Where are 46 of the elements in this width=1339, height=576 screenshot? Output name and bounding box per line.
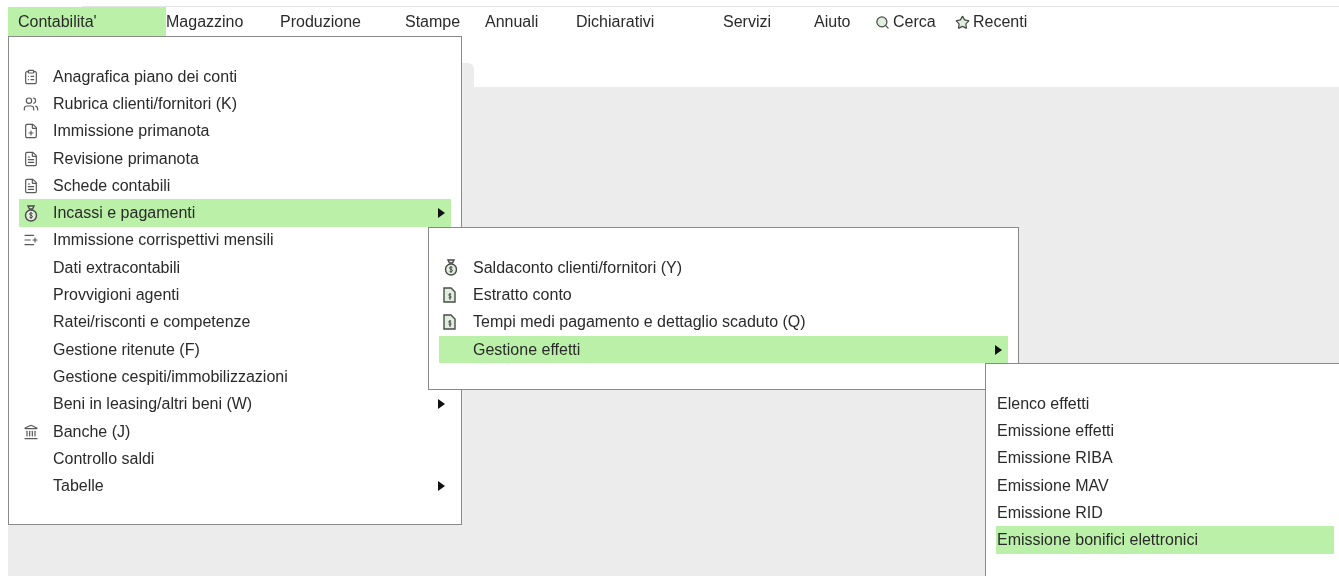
menu-item[interactable]: Incassi e pagamenti (19, 199, 451, 227)
menu-bar-item[interactable]: Servizi (723, 7, 814, 37)
menu-bar-item[interactable]: Recenti (955, 7, 1055, 37)
money-document-icon (443, 286, 456, 303)
submenu-arrow-icon (438, 208, 445, 219)
document-plus-icon (23, 123, 39, 140)
menu-item[interactable]: Tabelle (19, 472, 451, 500)
document-icon (23, 150, 39, 167)
menu-item[interactable]: Rubrica clienti/fornitori (K) (19, 90, 451, 118)
menu-item[interactable]: Estratto conto (439, 281, 1008, 309)
submenu-arrow-icon (438, 399, 445, 410)
bank-icon (23, 423, 39, 440)
star-icon (955, 14, 970, 30)
menu-item[interactable]: Anagrafica piano dei conti (19, 63, 451, 91)
menu-bar-item[interactable]: Dichiarativi (576, 7, 723, 37)
people-icon (23, 95, 39, 112)
clipboard-icon (23, 68, 39, 85)
menu-item[interactable]: Revisione primanota (19, 144, 451, 173)
menu-bar-item[interactable]: Magazzino (166, 7, 280, 37)
money-bag-icon (23, 204, 39, 222)
money-bag-icon (443, 259, 459, 277)
menu-item[interactable]: Emissione effetti (996, 417, 1334, 445)
menu-bar-item[interactable]: Annuali (485, 7, 576, 37)
menu-item[interactable]: Beni in leasing/altri beni (W) (19, 390, 451, 418)
menu-item[interactable]: Saldaconto clienti/fornitori (Y) (439, 254, 1008, 282)
menu-item[interactable]: Emissione RIBA (996, 444, 1334, 472)
submenu-arrow-icon (995, 344, 1002, 355)
menu-bar-item[interactable]: Produzione (280, 7, 405, 37)
menu-bar-item[interactable]: Aiuto (814, 7, 875, 37)
document-icon (23, 177, 39, 194)
menu-bar-item[interactable]: Cerca (875, 7, 955, 37)
menu-item[interactable]: Emissione RID (996, 499, 1334, 527)
menu-item[interactable]: Elenco effetti (996, 390, 1334, 418)
menu-item[interactable]: Emissione bonifici elettronici (996, 526, 1334, 554)
search-icon (875, 14, 890, 30)
menu-item[interactable]: Controllo saldi (19, 445, 451, 473)
menu-item[interactable]: Gestione effetti (439, 335, 1008, 364)
menu-bar-item[interactable]: Stampe (405, 7, 485, 37)
menu-item[interactable]: Schede contabili (19, 172, 451, 200)
menu-item[interactable]: Tempi medi pagamento e dettaglio scaduto (Q) (439, 308, 1008, 336)
menu-item[interactable]: Banche (J) (19, 417, 451, 446)
menu-item[interactable]: Emissione MAV (996, 471, 1334, 500)
menu-bar-item[interactable]: Contabilita' (8, 7, 166, 37)
money-document-icon (443, 314, 456, 331)
menu-item[interactable]: Immissione primanota (19, 117, 451, 145)
submenu-arrow-icon (438, 481, 445, 492)
